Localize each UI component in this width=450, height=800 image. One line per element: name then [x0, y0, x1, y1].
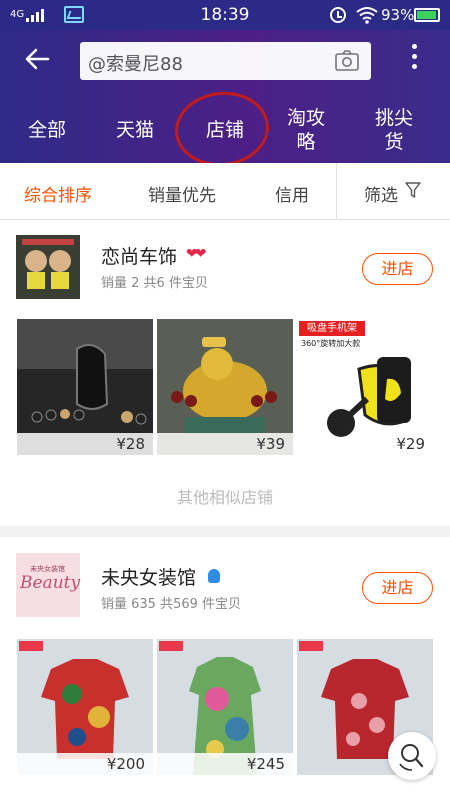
wifi-icon — [356, 7, 378, 24]
shop-card[interactable]: 未央女装馆 Beauty 未央女装馆 销量 635 共569 件宝贝 进店 ¥2… — [0, 537, 450, 800]
search-input[interactable]: @索曼尼88 — [80, 42, 371, 80]
shop-card[interactable]: 恋尚车饰 ❤❤ 销量 2 共6 件宝贝 进店 ¥28 ¥39 吸盘手机架 360… — [0, 220, 450, 526]
tab-picks[interactable]: 挑尖 货 — [372, 106, 416, 154]
alarm-icon — [330, 7, 346, 23]
battery-icon — [414, 8, 440, 22]
floating-assistant-button[interactable] — [388, 732, 436, 780]
more-options-icon[interactable] — [410, 44, 420, 74]
product-price: ¥29 — [396, 435, 425, 453]
status-bar: 4G 18:39 93% — [0, 0, 450, 30]
product-thumbnail[interactable]: ¥28 — [17, 319, 153, 455]
enter-shop-button[interactable]: 进店 — [362, 572, 433, 604]
shop-name[interactable]: 未央女装馆 — [101, 563, 196, 590]
shop-stats: 销量 635 共569 件宝贝 — [101, 597, 242, 612]
tab-tmall[interactable]: 天猫 — [110, 118, 160, 142]
filter-icon[interactable] — [405, 182, 421, 199]
shop-name[interactable]: 恋尚车饰 — [101, 242, 177, 269]
sort-sales[interactable]: 销量优先 — [148, 181, 216, 206]
tab-all[interactable]: 全部 — [22, 118, 72, 142]
product-price: ¥200 — [106, 755, 145, 773]
product-thumbnail[interactable]: ¥39 — [157, 319, 293, 455]
verified-badge-icon — [208, 569, 220, 583]
heart-icon: ❤❤ — [186, 246, 207, 262]
enter-shop-button[interactable]: 进店 — [362, 253, 433, 285]
product-thumbnail[interactable]: ¥245 — [157, 639, 293, 775]
shop-logo[interactable]: 未央女装馆 Beauty — [16, 553, 80, 617]
product-price: ¥39 — [256, 435, 285, 453]
search-query: @索曼尼88 — [88, 54, 183, 75]
shop-logo[interactable] — [16, 235, 80, 299]
shop-logo-script: Beauty — [20, 573, 81, 593]
filter-button[interactable]: 筛选 — [364, 181, 398, 206]
sort-bar: 综合排序 销量优先 信用 筛选 — [0, 163, 450, 220]
divider — [336, 163, 337, 219]
back-arrow-icon[interactable] — [22, 44, 52, 74]
shop-stats: 销量 2 共6 件宝贝 — [101, 276, 208, 291]
similar-shops-link[interactable]: 其他相似店铺 — [0, 484, 450, 508]
product-price: ¥245 — [246, 755, 285, 773]
product-thumbnail[interactable]: 吸盘手机架 360°旋转加大款 ¥29 — [297, 319, 433, 455]
camera-icon[interactable] — [335, 50, 359, 71]
search-assistant-icon — [399, 744, 424, 771]
sort-comprehensive[interactable]: 综合排序 — [24, 181, 92, 206]
product-thumbnail[interactable]: ¥200 — [17, 639, 153, 775]
product-price: ¥28 — [116, 435, 145, 453]
tab-guides[interactable]: 淘攻 略 — [284, 106, 328, 154]
sort-credit[interactable]: 信用 — [275, 181, 309, 206]
battery-level: 93% — [381, 6, 415, 24]
